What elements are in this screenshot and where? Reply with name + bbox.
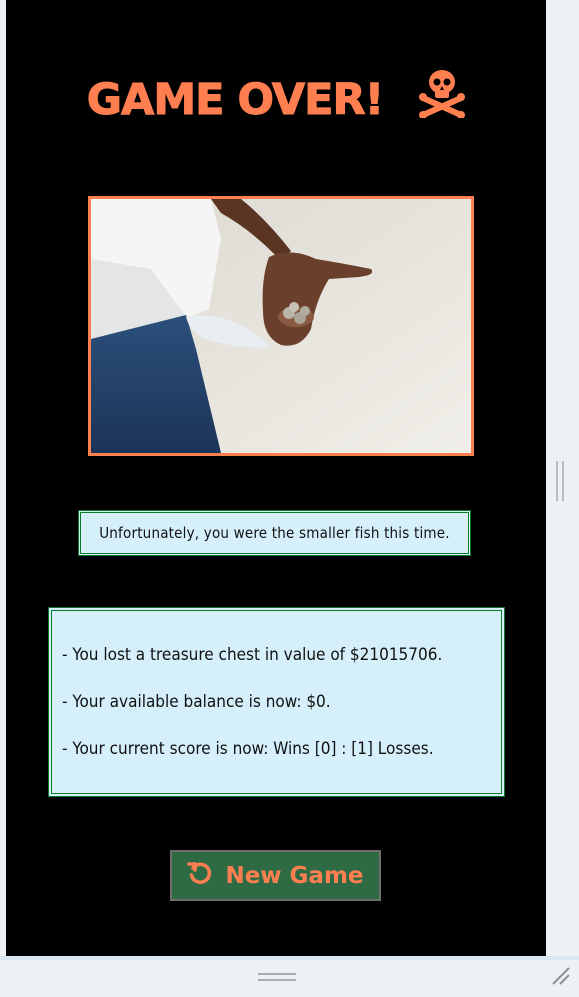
new-game-button[interactable]: New Game [170, 850, 381, 901]
restart-icon [187, 860, 213, 892]
skull-crossbones-icon [419, 68, 466, 129]
vertical-resize-grip[interactable] [556, 461, 564, 501]
result-score-line: - Your current score is now: Wins [0] : … [62, 739, 434, 759]
result-loss-line: - You lost a treasure chest in value of … [62, 645, 443, 665]
new-game-label: New Game [225, 862, 364, 889]
horizontal-resize-grip[interactable] [258, 973, 296, 981]
result-balance-line: - Your available balance is now: $0. [62, 692, 331, 712]
outcome-message: Unfortunately, you were the smaller fish… [78, 510, 471, 556]
game-over-title: GAME OVER! [86, 75, 384, 126]
resize-corner-icon[interactable] [551, 966, 571, 986]
game-over-heading: GAME OVER! [6, 70, 546, 133]
results-summary: - You lost a treasure chest in value of … [48, 607, 505, 797]
app-viewport: GAME OVER! Unfortunately, you were the s… [0, 0, 579, 997]
game-over-panel: GAME OVER! Unfortunately, you were the s… [6, 0, 546, 956]
empty-pocket-photo [88, 196, 474, 456]
outcome-message-text: Unfortunately, you were the smaller fish… [99, 524, 450, 542]
